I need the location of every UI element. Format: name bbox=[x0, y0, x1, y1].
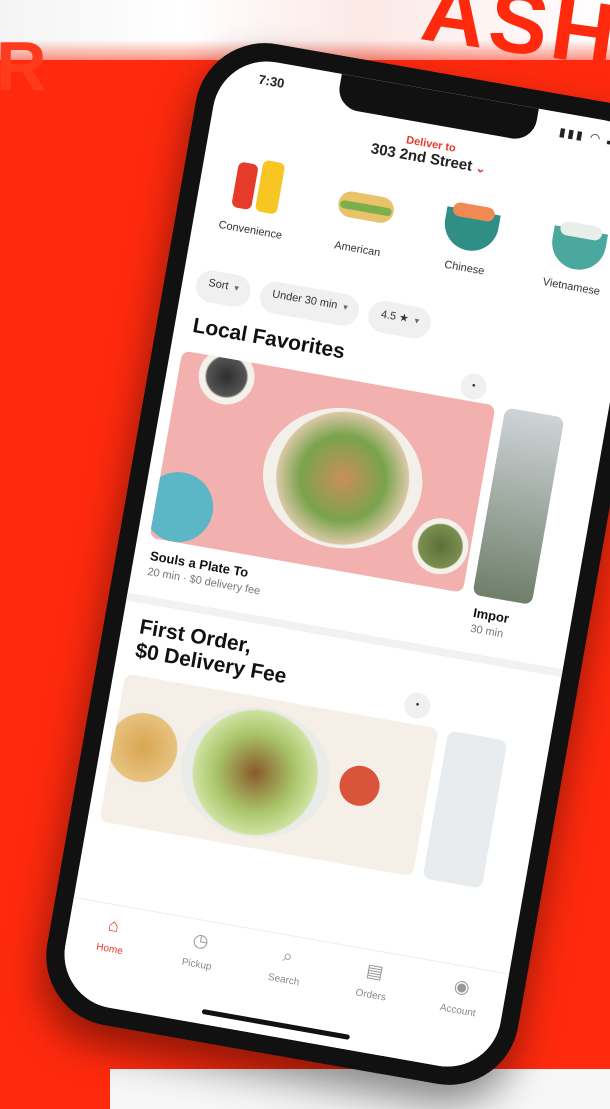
banner-text-left: R bbox=[0, 27, 47, 105]
pho-bowl-icon bbox=[541, 204, 610, 280]
tab-label: Pickup bbox=[180, 956, 213, 973]
tab-label: Account bbox=[438, 1002, 477, 1020]
tab-label: Search bbox=[267, 971, 301, 989]
side-bowl-image bbox=[407, 513, 473, 579]
filter-rating[interactable]: 4.5 ★ ▾ bbox=[366, 298, 434, 341]
tab-orders[interactable]: ▤ Orders bbox=[326, 955, 411, 1058]
chevron-down-icon: ⌄ bbox=[474, 160, 487, 177]
salad-bowl-image bbox=[170, 695, 341, 850]
status-time: 7:30 bbox=[257, 71, 286, 91]
dip-bowl-image bbox=[99, 701, 190, 794]
category-chinese[interactable]: Chinese bbox=[410, 183, 525, 318]
background-bottom-red-block bbox=[0, 1069, 110, 1109]
promo-card-image[interactable] bbox=[99, 673, 439, 877]
category-vietnamese[interactable]: Vietnamese bbox=[517, 202, 610, 337]
phone-screen: 7:30 ▮▮▮ ◠ ▬ Deliver to 303 2nd Street⌄ … bbox=[56, 52, 610, 1076]
category-convenience[interactable]: Convenience bbox=[196, 145, 311, 280]
home-icon: ⌂ bbox=[106, 914, 121, 937]
tomato-image bbox=[336, 762, 383, 809]
drinks-icon bbox=[220, 148, 296, 224]
chip-label: 4.5 ★ bbox=[379, 308, 410, 326]
tab-account[interactable]: ◉ Account bbox=[413, 971, 498, 1074]
sandwich-icon bbox=[327, 167, 403, 243]
pickup-icon: ◷ bbox=[191, 929, 211, 952]
chip-label: Under 30 min bbox=[271, 288, 339, 312]
salad-bowl-image bbox=[251, 395, 434, 562]
phone-device: 7:30 ▮▮▮ ◠ ▬ Deliver to 303 2nd Street⌄ … bbox=[35, 32, 610, 1096]
orders-icon: ▤ bbox=[364, 959, 386, 983]
bottom-tab-bar: ⌂ Home ◷ Pickup ⌕ Search ▤ Orders ◉ Acco… bbox=[56, 896, 510, 1076]
chevron-down-icon: ▾ bbox=[233, 282, 240, 294]
plate-image bbox=[149, 466, 219, 548]
status-icons: ▮▮▮ ◠ ▬ bbox=[557, 124, 610, 150]
chevron-down-icon: ▾ bbox=[342, 301, 349, 313]
tab-home[interactable]: ⌂ Home bbox=[65, 909, 150, 1012]
tab-label: Orders bbox=[354, 987, 387, 1004]
food-bowl-image bbox=[194, 350, 260, 409]
filter-sort[interactable]: Sort ▾ bbox=[193, 268, 253, 310]
promo-card-image-next[interactable] bbox=[422, 730, 508, 889]
category-american[interactable]: American bbox=[303, 164, 418, 299]
account-icon: ◉ bbox=[452, 975, 472, 998]
carousel-arrow-button[interactable]: • bbox=[458, 371, 489, 402]
chevron-down-icon: ▾ bbox=[413, 315, 421, 327]
chip-label: Sort bbox=[207, 277, 230, 293]
tab-label: Home bbox=[95, 941, 124, 958]
search-icon: ⌕ bbox=[281, 945, 295, 967]
carousel-arrow-button[interactable]: • bbox=[402, 690, 433, 721]
restaurant-meta-next: 30 min bbox=[469, 622, 505, 641]
bowl-icon bbox=[434, 186, 510, 262]
